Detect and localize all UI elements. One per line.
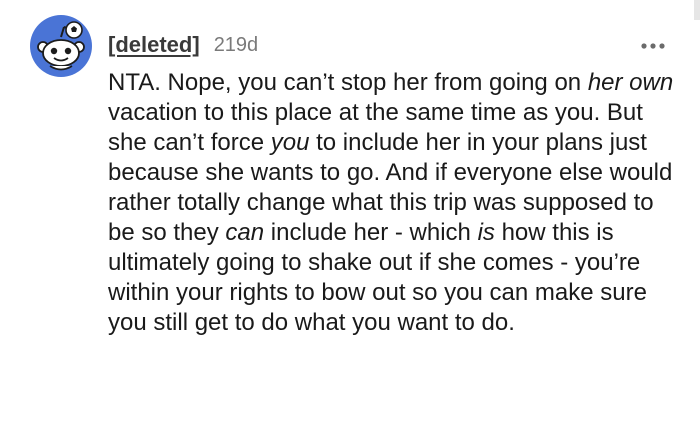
comment-body: NTA. Nope, you can’t stop her from going… — [108, 68, 680, 338]
body-segment: NTA. Nope, you can’t stop her from going… — [108, 69, 588, 96]
user-avatar[interactable] — [30, 15, 92, 77]
body-segment-emphasis: is — [477, 219, 495, 246]
more-options-icon — [641, 43, 665, 49]
username-link[interactable]: [deleted] — [108, 32, 200, 58]
body-segment-emphasis: you — [270, 129, 310, 156]
body-segment-emphasis: her own — [587, 69, 674, 96]
snoo-avatar-icon — [30, 15, 92, 77]
body-segment: include her - which — [264, 219, 478, 246]
more-options-button[interactable] — [636, 34, 670, 58]
comment-timestamp: 219d — [213, 33, 259, 56]
body-segment-emphasis: can — [225, 219, 265, 246]
comment: [deleted] 219d NTA. Nope, you can’t stop… — [0, 0, 700, 444]
comment-header: [deleted] 219d — [108, 30, 258, 60]
